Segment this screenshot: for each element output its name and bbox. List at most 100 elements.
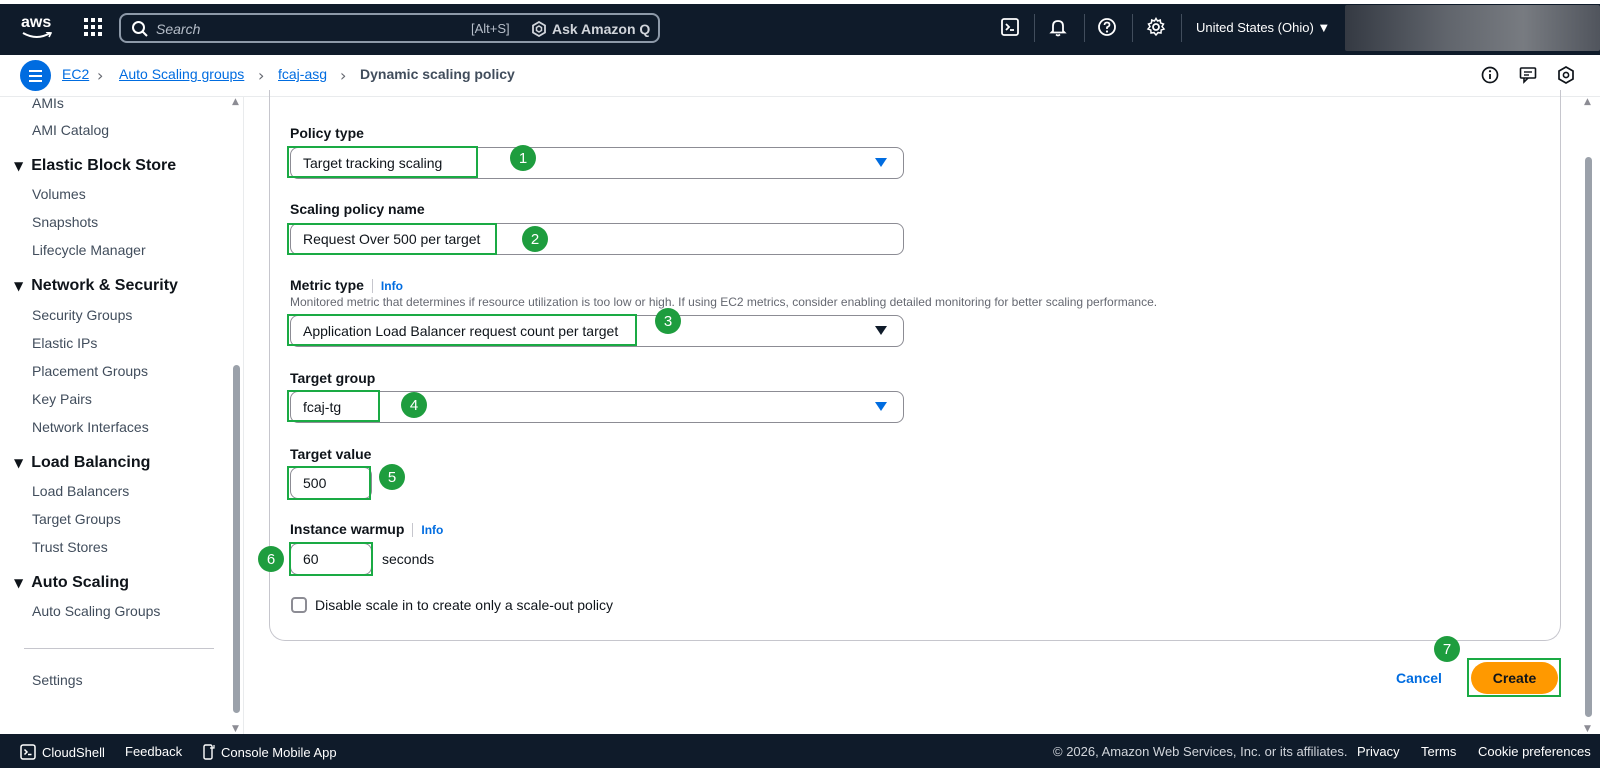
ask-amazon-q-button[interactable]: Ask Amazon Q — [531, 19, 650, 39]
sidebar-item-settings[interactable]: Settings — [32, 672, 83, 688]
sidebar-section-elastic-block-store[interactable]: ▼ Elastic Block Store — [14, 157, 176, 175]
breadcrumb-auto-scaling-groups[interactable]: Auto Scaling groups — [119, 66, 244, 82]
footer-copyright: © 2026, Amazon Web Services, Inc. or its… — [1053, 744, 1348, 759]
footer-terms-link[interactable]: Terms — [1421, 744, 1456, 759]
sidebar-item-target-groups[interactable]: Target Groups — [32, 511, 121, 527]
caret-down-icon: ▼ — [14, 159, 24, 173]
chevron-right-icon: › — [340, 66, 347, 85]
gear-icon[interactable] — [1146, 17, 1166, 37]
sidebar-scrollbar[interactable]: ▲ ▼ — [232, 97, 241, 734]
breadcrumb-current: Dynamic scaling policy — [360, 66, 515, 82]
footer-feedback-link[interactable]: Feedback — [125, 744, 182, 759]
region-selector[interactable]: United States (Ohio) ▼ — [1196, 20, 1330, 35]
highlight-box — [287, 466, 371, 500]
main-scrollbar[interactable]: ▲ ▼ — [1584, 97, 1593, 734]
policy-type-label: Policy type — [290, 125, 364, 141]
top-navigation: aws Search [Alt+S] Ask Amazon Q United S… — [0, 0, 1600, 55]
instance-warmup-label: Instance warmup Info — [290, 521, 444, 537]
highlight-box — [287, 223, 497, 255]
sidebar-section-load-balancing[interactable]: ▼ Load Balancing — [14, 454, 150, 472]
sidebar-item-elastic-ips[interactable]: Elastic IPs — [32, 335, 97, 351]
metric-type-label-text: Metric type — [290, 277, 364, 293]
breadcrumb-fcaj-asg[interactable]: fcaj-asg — [278, 66, 327, 82]
scroll-up-icon[interactable]: ▲ — [232, 97, 239, 107]
metric-type-label: Metric type Info — [290, 277, 403, 293]
cloudshell-icon[interactable] — [1000, 17, 1020, 37]
step-badge-7: 7 — [1434, 636, 1460, 662]
disable-scale-in-checkbox[interactable] — [291, 597, 307, 613]
sidebar-item-volumes[interactable]: Volumes — [32, 186, 86, 202]
highlight-box — [1467, 658, 1561, 697]
sidebar-section-title: Network & Security — [31, 277, 178, 294]
top-strip — [0, 0, 1600, 4]
sidebar-item-key-pairs[interactable]: Key Pairs — [32, 391, 92, 407]
sidebar-section-auto-scaling[interactable]: ▼ Auto Scaling — [14, 574, 129, 592]
search-placeholder: Search — [156, 21, 201, 37]
dropdown-caret-icon — [875, 158, 887, 167]
search-bar[interactable]: Search [Alt+S] Ask Amazon Q — [119, 13, 660, 43]
breadcrumb-ec2[interactable]: EC2 — [62, 66, 89, 82]
chevron-right-icon: › — [258, 66, 265, 85]
instance-warmup-unit: seconds — [382, 551, 435, 567]
sidebar-item-load-balancers[interactable]: Load Balancers — [32, 483, 129, 499]
nav-divider — [1084, 14, 1085, 42]
sidebar-section-title: Elastic Block Store — [31, 157, 177, 174]
feedback-icon[interactable] — [1518, 65, 1538, 85]
sidebar-item-ami-catalog[interactable]: AMI Catalog — [32, 122, 109, 138]
highlight-box — [287, 314, 637, 346]
caret-down-icon: ▼ — [14, 456, 24, 470]
amazon-q-icon — [532, 21, 546, 37]
footer-privacy-link[interactable]: Privacy — [1357, 744, 1400, 759]
sidebar-item-network-interfaces[interactable]: Network Interfaces — [32, 419, 149, 435]
footer-cookie-preferences-link[interactable]: Cookie preferences — [1478, 744, 1591, 759]
aws-logo[interactable]: aws — [20, 12, 54, 40]
sidebar-section-network-security[interactable]: ▼ Network & Security — [14, 277, 178, 295]
dropdown-caret-icon — [875, 402, 887, 411]
target-value-label: Target value — [290, 446, 372, 462]
step-badge-6: 6 — [258, 546, 284, 572]
settings-hex-icon[interactable] — [1556, 65, 1576, 85]
side-navigation: AMIs AMI Catalog ▼ Elastic Block Store V… — [0, 97, 244, 734]
cancel-button[interactable]: Cancel — [1396, 670, 1442, 686]
scroll-up-icon[interactable]: ▲ — [1584, 97, 1591, 107]
sidebar-item-snapshots[interactable]: Snapshots — [32, 214, 98, 230]
info-icon[interactable] — [1480, 65, 1500, 85]
sidebar-item-lifecycle-manager[interactable]: Lifecycle Manager — [32, 242, 146, 258]
scaling-policy-name-label: Scaling policy name — [290, 201, 425, 217]
footer-mobile-app-link[interactable]: Console Mobile App — [203, 744, 337, 760]
disable-scale-in-label[interactable]: Disable scale in to create only a scale-… — [315, 597, 613, 613]
sidebar-item-security-groups[interactable]: Security Groups — [32, 307, 132, 323]
footer-cloudshell-link[interactable]: CloudShell — [20, 744, 105, 760]
aws-smile-icon — [22, 32, 52, 38]
sidebar-divider — [24, 648, 214, 649]
metric-type-info-link[interactable]: Info — [371, 279, 403, 293]
help-icon[interactable] — [1097, 17, 1117, 37]
main-scrollbar-thumb[interactable] — [1585, 157, 1592, 717]
bell-icon[interactable] — [1048, 17, 1068, 37]
instance-warmup-label-text: Instance warmup — [290, 521, 405, 537]
step-badge-1: 1 — [510, 145, 536, 171]
instance-warmup-info-link[interactable]: Info — [412, 523, 444, 537]
sidebar-item-trust-stores[interactable]: Trust Stores — [32, 539, 108, 555]
account-menu-redacted[interactable] — [1345, 5, 1600, 51]
target-group-select[interactable] — [290, 391, 904, 423]
sidebar-item-placement-groups[interactable]: Placement Groups — [32, 363, 148, 379]
side-navigation-toggle[interactable] — [20, 60, 51, 91]
sidebar-item-amis[interactable]: AMIs — [32, 97, 64, 111]
aws-logo-text: aws — [21, 14, 52, 31]
highlight-box — [287, 146, 478, 178]
services-grid-icon[interactable] — [84, 18, 102, 36]
highlight-box — [287, 390, 380, 422]
dropdown-caret-icon — [875, 326, 887, 335]
sidebar-scrollbar-thumb[interactable] — [233, 365, 240, 713]
sidebar-item-auto-scaling-groups[interactable]: Auto Scaling Groups — [32, 603, 160, 619]
highlight-box — [289, 542, 373, 576]
footer-mobile-app-label: Console Mobile App — [221, 744, 337, 760]
sidebar-section-title: Load Balancing — [31, 454, 151, 471]
scroll-down-icon[interactable]: ▼ — [1584, 724, 1591, 734]
step-badge-5: 5 — [379, 464, 405, 490]
search-icon — [132, 21, 148, 37]
footer-cloudshell-label: CloudShell — [42, 744, 105, 760]
scroll-down-icon[interactable]: ▼ — [232, 724, 239, 734]
search-shortcut: [Alt+S] — [471, 21, 510, 36]
